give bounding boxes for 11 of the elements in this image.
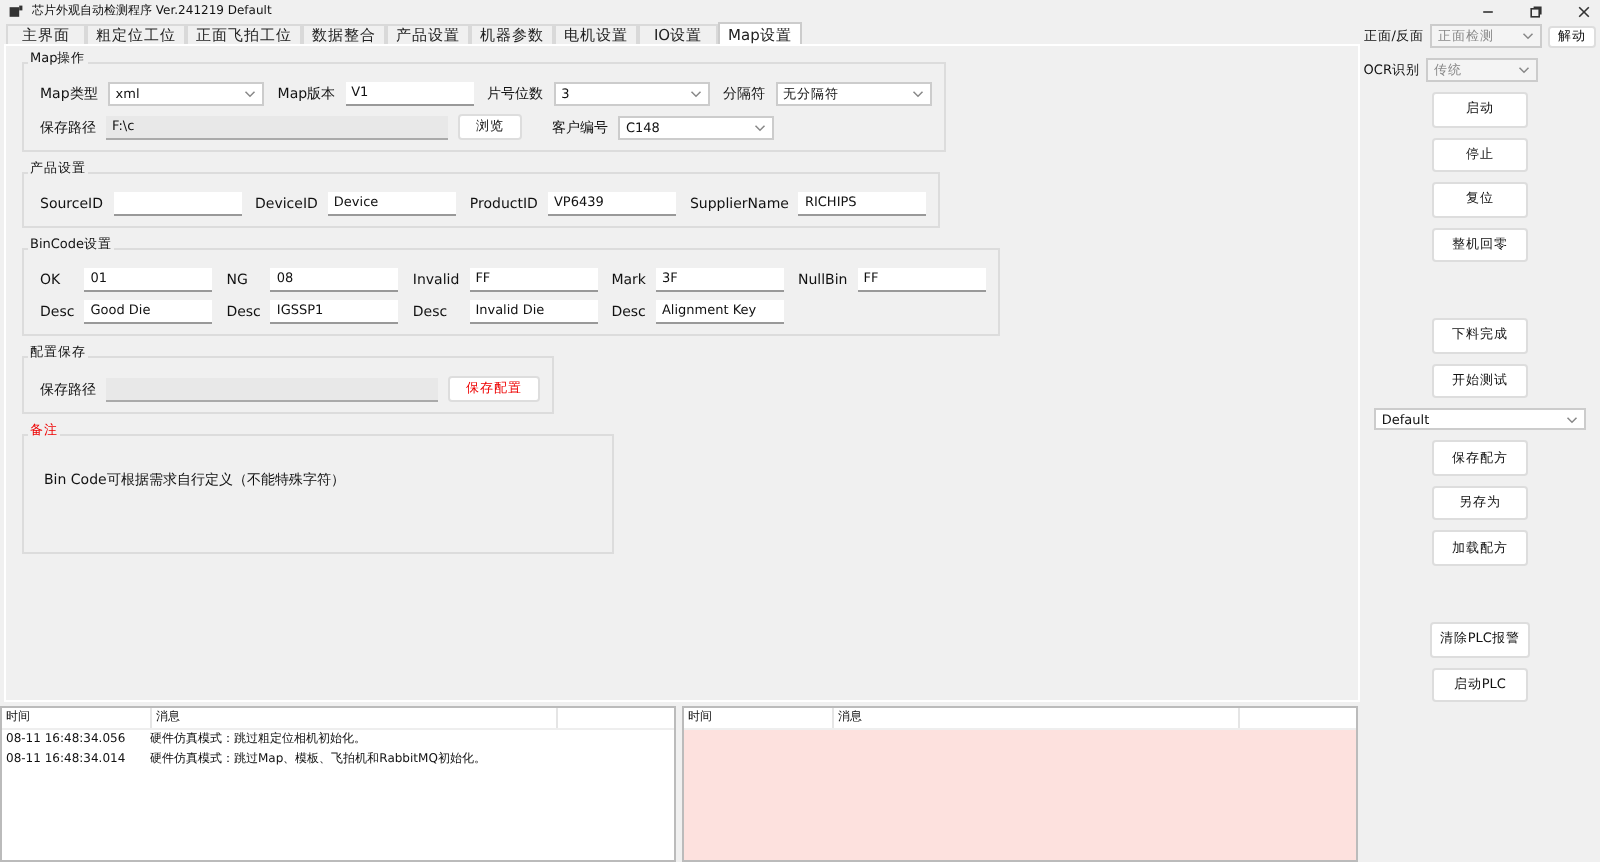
- app-icon: [8, 3, 24, 19]
- chevron-icon: [1517, 66, 1530, 74]
- restore-icon[interactable]: [1528, 3, 1544, 19]
- close-icon[interactable]: [1576, 3, 1592, 19]
- chevron-icon: [754, 123, 766, 131]
- input-field[interactable]: [113, 192, 241, 216]
- chevron-icon: [1565, 415, 1578, 424]
- chevron-icon: [243, 90, 256, 98]
- chevron-icon: [911, 90, 924, 98]
- chevron-icon: [1522, 32, 1534, 40]
- chevron-icon: [689, 90, 702, 98]
